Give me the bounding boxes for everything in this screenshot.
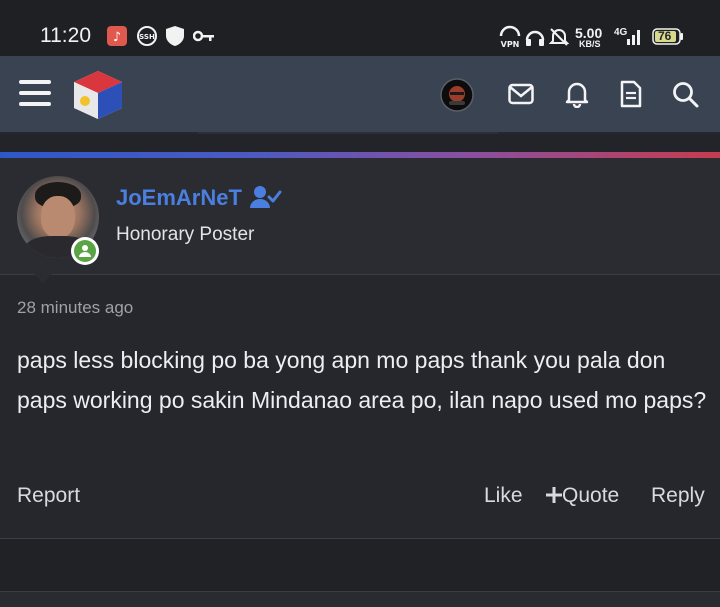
post-footer-band [0,539,720,591]
svg-text:♪: ♪ [113,30,121,45]
like-link[interactable]: Like [484,484,523,508]
post-pointer [34,274,52,283]
reply-link[interactable]: Reply [651,484,705,508]
mute-bell-icon [548,27,570,52]
search-icon[interactable] [672,81,700,114]
quote-label: Quote [562,484,620,507]
post-username[interactable]: JoEmArNeT [116,185,242,211]
next-post-edge [0,591,720,607]
user-online-icon [79,245,91,257]
quote-link[interactable]: Quote [546,484,619,508]
plus-icon [546,487,562,503]
document-icon[interactable] [620,80,642,113]
status-time: 11:20 [40,24,91,47]
speed-unit: KB/S [579,39,601,49]
report-link[interactable]: Report [17,484,80,508]
network-type: 4G [614,27,628,38]
signal-icon [627,27,643,50]
menu-icon[interactable] [19,79,51,112]
svg-text:VPN: VPN [501,40,520,49]
post-timestamp[interactable]: 28 minutes ago [17,298,133,318]
online-status-badge [71,237,99,265]
header-separator [0,134,720,152]
verified-user-icon [250,185,282,214]
site-logo[interactable] [71,68,125,127]
user-avatar[interactable] [440,78,474,117]
mail-icon[interactable] [508,83,534,110]
bell-icon[interactable] [565,80,589,113]
battery-level: 76 [658,29,672,43]
headset-icon [525,28,545,51]
svg-text:SSH: SSH [139,33,155,41]
post-user-header [0,158,720,275]
shield-icon [165,25,185,52]
ssh-icon: SSH [136,26,158,51]
user-title: Honorary Poster [116,224,255,245]
music-app-icon: ♪ [107,26,127,51]
post-message: paps less blocking po ba yong apn mo pap… [17,347,707,413]
vpn-icon: VPN [499,25,521,54]
status-bar: 11:20 ♪ SSH VPN 5.00 KB/S 4G 76 [0,0,720,56]
key-icon [192,29,215,48]
app-header [0,56,720,134]
